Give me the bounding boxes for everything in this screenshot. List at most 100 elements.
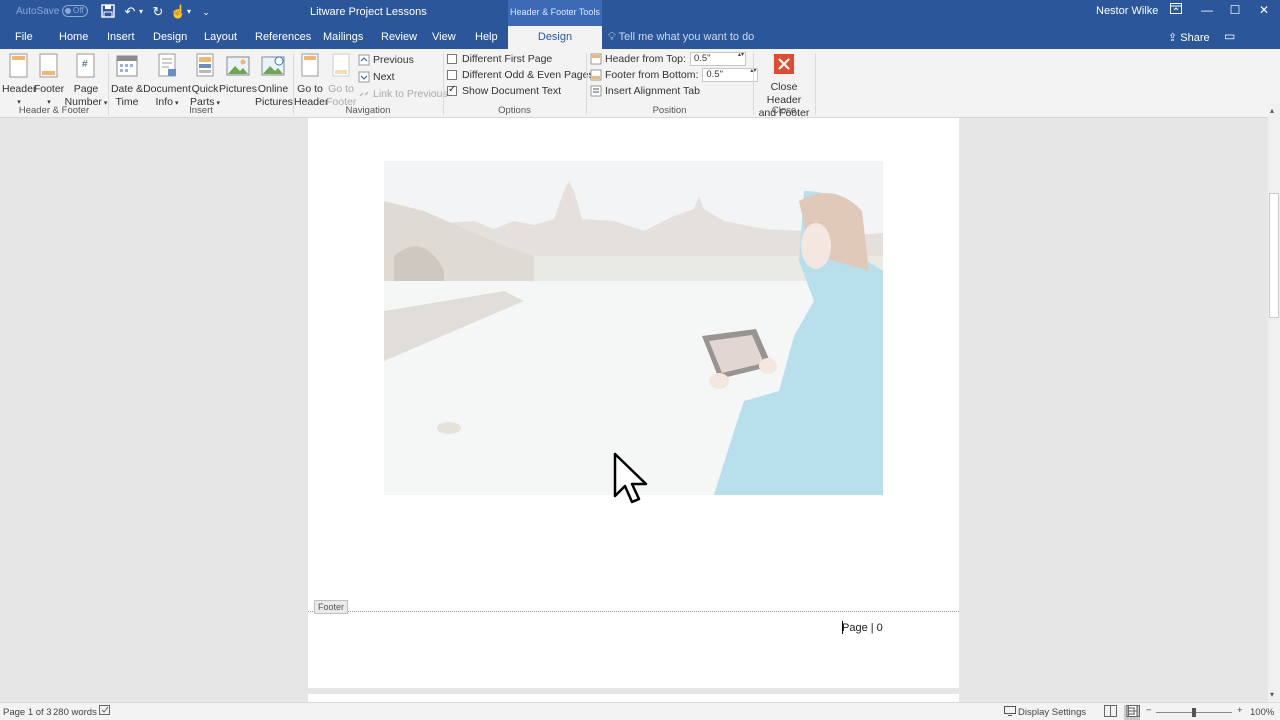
scroll-down-icon[interactable]: ▾	[1270, 690, 1274, 699]
pictures-button[interactable]: Pictures	[219, 53, 257, 96]
zoom-slider-thumb[interactable]	[1192, 708, 1196, 717]
different-first-page-box	[447, 54, 457, 64]
group-label-options: Options	[498, 105, 531, 116]
scroll-up-icon[interactable]: ▴	[1270, 106, 1274, 115]
online-pictures-icon	[260, 53, 286, 81]
share-button[interactable]: ⇪ Share	[1168, 31, 1210, 44]
zoom-in-icon[interactable]: +	[1237, 705, 1243, 716]
tab-home[interactable]: Home	[59, 31, 88, 43]
header-position-icon	[590, 53, 602, 65]
web-layout-icon[interactable]	[1128, 705, 1140, 720]
minimize-icon[interactable]: —	[1197, 2, 1217, 20]
quick-parts-icon	[192, 53, 218, 81]
close-window-icon[interactable]: ✕	[1254, 2, 1274, 20]
user-name[interactable]: Nestor Wilke	[1096, 5, 1158, 17]
text-cursor	[842, 621, 843, 634]
footer-page-number[interactable]: Page | 0	[842, 622, 883, 634]
tab-mailings[interactable]: Mailings	[323, 31, 363, 43]
proofing-icon[interactable]	[99, 705, 111, 719]
share-icon: ⇪	[1168, 32, 1181, 44]
header-from-top-input[interactable]: 0.5"	[689, 51, 746, 66]
link-to-previous-button[interactable]: Link to Previous	[358, 86, 448, 102]
zoom-out-icon[interactable]: −	[1146, 705, 1152, 716]
header-button[interactable]: Header ▾	[2, 53, 36, 109]
footer-from-bottom-input[interactable]: 0.5"	[702, 67, 759, 82]
document-page[interactable]: Footer Page | 0	[308, 118, 959, 688]
quick-parts-button[interactable]: Quick Parts ▾	[189, 53, 221, 110]
tell-me-search[interactable]: 💡︎ Tell me what you want to do	[608, 31, 754, 44]
link-icon	[358, 88, 370, 100]
go-to-header-label-1: Go to	[297, 83, 323, 95]
tab-view[interactable]: View	[432, 31, 456, 43]
tab-layout[interactable]: Layout	[204, 31, 237, 43]
insert-alignment-tab-button[interactable]: Insert Alignment Tab	[590, 83, 700, 99]
read-mode-icon[interactable]	[1104, 705, 1117, 720]
touch-dropdown-icon[interactable]: ▾	[185, 4, 193, 20]
maximize-icon[interactable]: ☐	[1225, 2, 1245, 20]
go-to-footer-button[interactable]: Go to Footer	[326, 53, 356, 109]
show-document-text-label: Show Document Text	[462, 85, 562, 97]
next-label: Next	[373, 71, 395, 83]
show-document-text-checkbox[interactable]: Show Document Text	[447, 83, 561, 99]
footer-label: Footer	[33, 83, 65, 95]
different-odd-even-checkbox[interactable]: Different Odd & Even Pages	[447, 67, 594, 83]
page-number-button[interactable]: # Page Number ▾	[64, 53, 108, 110]
tab-insert[interactable]: Insert	[107, 31, 135, 43]
next-button[interactable]: Next	[358, 69, 395, 85]
ribbon-display-options-icon[interactable]	[1166, 2, 1186, 20]
word-count[interactable]: 280 words	[53, 707, 97, 718]
different-first-page-checkbox[interactable]: Different First Page	[447, 51, 552, 67]
zoom-level[interactable]: 100%	[1250, 707, 1274, 718]
display-settings-button[interactable]: Display Settings	[1018, 707, 1086, 718]
quick-parts-label-1: Quick	[191, 83, 219, 95]
document-info-label-1: Document	[143, 83, 191, 95]
footer-from-bottom-row: Footer from Bottom: 0.5"	[590, 67, 759, 83]
date-time-label-1: Date &	[110, 83, 144, 95]
page-number-icon: #	[73, 53, 99, 81]
touch-mode-icon[interactable]: ☝	[170, 4, 186, 20]
tab-file[interactable]: File	[15, 31, 33, 43]
page-info[interactable]: Page 1 of 3	[3, 707, 52, 718]
next-page-edge	[308, 694, 959, 702]
show-document-text-box	[447, 84, 457, 96]
different-odd-even-box	[447, 70, 457, 80]
customize-qat-icon[interactable]: ⌄	[201, 4, 211, 20]
comments-icon[interactable]: ▭	[1224, 29, 1240, 43]
status-bar: Page 1 of 3 280 words Display Settings −…	[0, 702, 1280, 720]
document-title: Litware Project Lessons	[310, 6, 427, 18]
autosave-label: AutoSave	[16, 6, 60, 17]
pictures-label: Pictures	[219, 83, 257, 95]
footer-icon	[36, 53, 62, 81]
footer-boundary-line	[308, 611, 959, 612]
previous-icon	[358, 54, 370, 66]
header-from-top-row: Header from Top: 0.5"	[590, 51, 746, 67]
tab-design[interactable]: Design	[153, 31, 187, 43]
document-info-button[interactable]: Document Info ▾	[143, 53, 191, 110]
redo-icon[interactable]: ↻	[150, 4, 166, 20]
tab-header-footer-design[interactable]: Design	[508, 26, 602, 49]
insert-alignment-tab-label: Insert Alignment Tab	[605, 85, 700, 97]
page-number-label-1: Page	[73, 83, 99, 95]
scrollbar-thumb[interactable]	[1269, 193, 1279, 318]
online-pictures-button[interactable]: Online Pictures	[255, 53, 293, 109]
link-to-previous-label: Link to Previous	[373, 88, 448, 100]
go-to-header-icon	[297, 53, 323, 81]
tab-review[interactable]: Review	[381, 31, 417, 43]
close-label-1: Close Header	[766, 81, 802, 106]
undo-icon[interactable]: ↶	[122, 4, 138, 20]
previous-button[interactable]: Previous	[358, 52, 414, 68]
ribbon-tabs: File Home Insert Design Layout Reference…	[0, 26, 1280, 49]
footer-button[interactable]: Footer ▾	[33, 53, 65, 109]
title-bar: AutoSave Off ↶ ▾ ↻ ☝ ▾ ⌄ Litware Project…	[0, 0, 1280, 26]
washed-out-photo	[384, 161, 883, 495]
undo-dropdown-icon[interactable]: ▾	[137, 4, 145, 20]
different-first-page-label: Different First Page	[462, 53, 553, 65]
go-to-header-button[interactable]: Go to Header	[294, 53, 328, 109]
group-label-header-footer: Header & Footer	[18, 105, 90, 116]
tab-help[interactable]: Help	[475, 31, 498, 43]
save-icon[interactable]	[100, 4, 116, 20]
online-pictures-label-1: Online	[257, 83, 289, 95]
footer-tag: Footer	[314, 600, 349, 614]
tab-references[interactable]: References	[255, 31, 311, 43]
date-time-button[interactable]: Date & Time	[110, 53, 144, 109]
